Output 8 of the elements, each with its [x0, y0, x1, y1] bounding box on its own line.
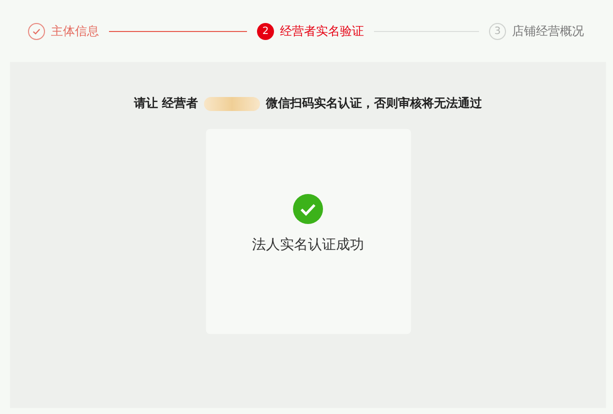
step-number: 2: [257, 22, 274, 40]
notice-text: 请让 经营者: [134, 95, 198, 112]
step-label: 经营者实名验证: [280, 22, 364, 40]
step-label: 店铺经营概况: [512, 22, 584, 40]
step-number: 3: [489, 22, 506, 40]
step-label: 主体信息: [51, 22, 99, 40]
result-message: 法人实名认证成功: [252, 236, 364, 254]
notice-text: 微信扫码实名认证，否则审核将无法通过: [266, 95, 482, 112]
